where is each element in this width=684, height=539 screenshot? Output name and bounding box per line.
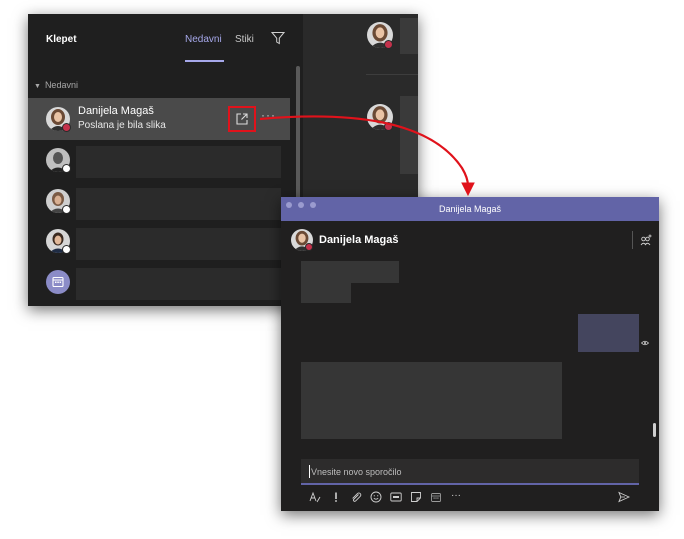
presence-away-indicator [62, 245, 71, 254]
popout-icon [236, 113, 248, 125]
conversation-scrollbar[interactable] [653, 423, 656, 437]
list-item-redacted[interactable] [76, 228, 281, 260]
chat-header-name: Danijela Magaš [319, 234, 399, 246]
compose-toolbar: ··· [301, 490, 639, 506]
presence-busy-indicator [384, 122, 393, 131]
compose-placeholder: Vnesite novo sporočilo [311, 467, 402, 477]
recent-section-label[interactable]: ▼ Nedavni [34, 80, 78, 90]
window-titlebar: Danijela Magaš [281, 197, 659, 221]
pane-title: Klepet [46, 34, 77, 45]
chat-contact-name: Danijela Magaš [78, 105, 154, 117]
schedule-meeting-icon[interactable] [430, 491, 442, 503]
send-icon[interactable] [618, 491, 630, 503]
text-caret [309, 465, 310, 478]
presence-busy-indicator [62, 123, 71, 132]
format-icon[interactable] [309, 491, 321, 503]
chat-list-pane: Klepet Nedavni Stiki ▼ Nedavni Danijela … [28, 14, 303, 306]
compose-message-input[interactable]: Vnesite novo sporočilo [301, 459, 639, 485]
message-bubble-redacted [301, 283, 351, 303]
tab-recent-underline [185, 60, 224, 62]
section-label-text: Nedavni [44, 80, 78, 90]
attach-icon[interactable] [350, 491, 362, 503]
presence-busy-indicator [305, 243, 313, 251]
meeting-avatar [46, 270, 70, 294]
message-card-redacted [400, 18, 418, 54]
emoji-icon[interactable] [370, 491, 382, 503]
tab-recent[interactable]: Nedavni [185, 34, 222, 45]
sticker-icon[interactable] [410, 491, 422, 503]
divider [366, 74, 418, 75]
chat-header: Danijela Magaš [281, 221, 659, 257]
message-bubble-redacted [301, 261, 399, 283]
chat-list-header: Klepet Nedavni Stiki [28, 14, 303, 64]
tab-contacts[interactable]: Stiki [235, 34, 254, 45]
chat-last-message-preview: Poslana je bila slika [78, 120, 166, 131]
collapse-caret-icon: ▼ [34, 83, 41, 90]
list-item-redacted[interactable] [76, 188, 281, 220]
presence-away-indicator [62, 205, 71, 214]
presence-busy-indicator [384, 40, 393, 49]
list-item-redacted[interactable] [76, 268, 281, 300]
popout-chat-window: Danijela Magaš Danijela Magaš Vnesite no… [281, 197, 659, 511]
add-people-icon[interactable] [640, 234, 652, 246]
calendar-icon [52, 276, 64, 288]
list-item-redacted[interactable] [76, 146, 281, 178]
gif-icon[interactable] [390, 491, 402, 503]
filter-icon[interactable] [271, 31, 285, 45]
chat-list-item-active[interactable]: Danijela Magaš Poslana je bila slika ··· [28, 98, 290, 140]
seen-icon [641, 340, 649, 346]
window-title: Danijela Magaš [438, 204, 502, 214]
presence-away-indicator [62, 164, 71, 173]
important-icon[interactable] [330, 491, 342, 503]
message-bubble-redacted [301, 362, 562, 439]
more-options-button[interactable]: ··· [451, 490, 461, 501]
header-divider [632, 231, 633, 249]
message-card-redacted [400, 96, 418, 174]
popout-chat-button[interactable] [228, 106, 256, 132]
more-options-button[interactable]: ··· [261, 108, 276, 122]
own-message-bubble-redacted [578, 314, 639, 352]
